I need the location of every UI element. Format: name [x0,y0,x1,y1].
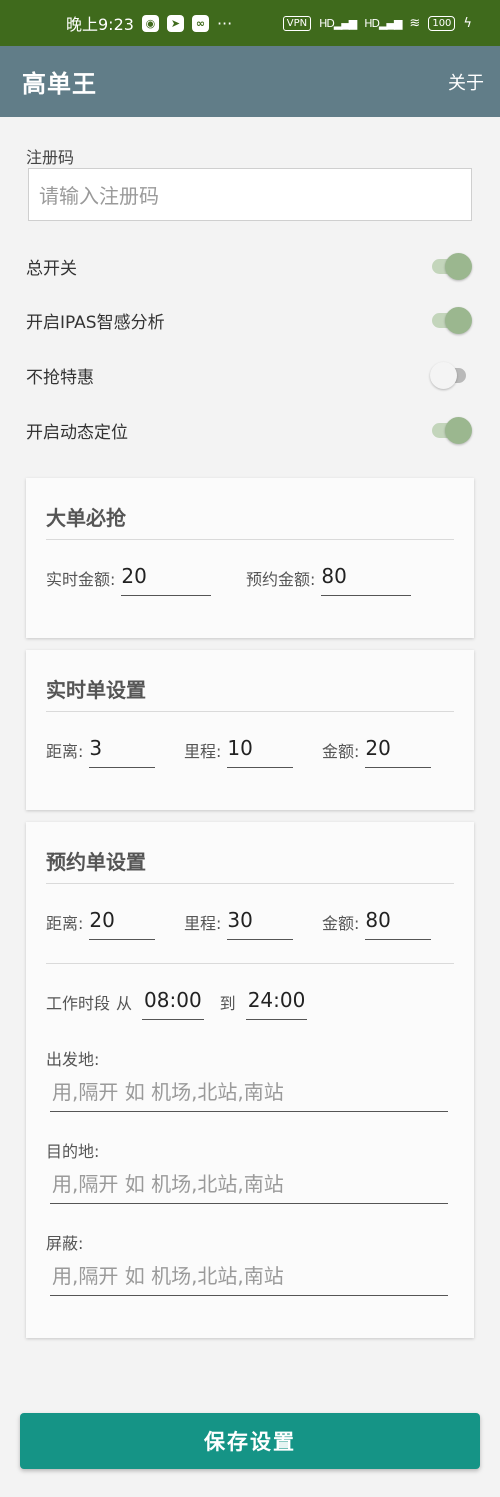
more-notifications-icon: ··· [216,13,233,33]
to-label: 到 [219,994,236,1013]
app-bar: 高单王 关于 [0,46,500,117]
save-settings-button[interactable]: 保存设置 [20,1413,480,1469]
block-placeholder: 用,隔开 如 机场,北站,南站 [52,1264,284,1288]
realtime-mileage-field: 里程: 10 [184,736,294,768]
reserve-time-divider [46,963,454,964]
realtime-amount-setting-label: 金额: [322,742,360,761]
departure-label: 出发地: [46,1050,100,1069]
big-order-title: 大单必抢 [46,506,126,530]
realtime-amount-input[interactable]: 20 [121,564,212,596]
app-title: 高单王 [22,70,97,98]
work-period-label: 工作时段 [46,994,111,1013]
realtime-settings-title: 实时单设置 [46,678,146,702]
reserve-settings-card: 预约单设置 距离: 20 里程: 30 金额: 80 工作时段 从 08:00 … [26,822,474,1338]
realtime-mileage-label: 里程: [184,742,222,761]
realtime-amount-setting-input[interactable]: 20 [365,736,432,768]
switch-row-ipas: 开启IPAS智感分析 [26,305,472,335]
status-bar: 晚上9:23 ◉ ➤ ∞ ··· VPN HD▂▄▆ HD▂▄▆ ≋ 100 ϟ [0,0,500,46]
realtime-amount-label: 实时金额: [46,570,116,589]
signal-icon: HD▂▄▆ [319,16,357,30]
reserve-settings-title: 预约单设置 [46,850,146,874]
start-time-input[interactable]: 08:00 [142,988,204,1020]
block-input[interactable]: 用,隔开 如 机场,北站,南站 [50,1260,448,1296]
switch-row-master: 总开关 [26,251,472,281]
master-switch-toggle[interactable] [430,252,472,280]
reserve-mileage-input[interactable]: 30 [227,908,294,940]
about-button[interactable]: 关于 [448,69,484,95]
dynamic-location-switch-toggle[interactable] [430,416,472,444]
status-right: VPN HD▂▄▆ HD▂▄▆ ≋ 100 ϟ [282,15,472,31]
signal-label-2: HD [364,16,380,30]
reserve-distance-input[interactable]: 20 [89,908,156,940]
reserve-amount-label: 预约金额: [246,570,316,589]
work-period-row: 工作时段 从 08:00 到 24:00 [46,988,308,1020]
big-order-card: 大单必抢 实时金额: 20 预约金额: 80 [26,478,474,638]
block-label: 屏蔽: [46,1234,84,1253]
destination-placeholder: 用,隔开 如 机场,北站,南站 [52,1172,284,1196]
status-time: 晚上9:23 [66,15,134,34]
realtime-distance-input[interactable]: 3 [89,736,156,768]
realtime-amount-setting-field: 金额: 20 [322,736,432,768]
realtime-distance-label: 距离: [46,742,84,761]
realtime-settings-card: 实时单设置 距离: 3 里程: 10 金额: 20 [26,650,474,810]
reserve-mileage-label: 里程: [184,914,222,933]
reserve-amount-setting-input[interactable]: 80 [365,908,432,940]
no-discount-switch-toggle[interactable] [430,361,472,389]
big-order-divider [46,539,454,540]
wifi-icon: ≋ [409,15,421,31]
realtime-distance-field: 距离: 3 [46,736,156,768]
ipas-switch-toggle[interactable] [430,306,472,334]
reserve-amount-setting-label: 金额: [322,914,360,933]
departure-placeholder: 用,隔开 如 机场,北站,南站 [52,1080,284,1104]
weibo-icon: ◉ [141,14,159,32]
reserve-distance-field: 距离: 20 [46,908,156,940]
signal-label: HD [319,16,335,30]
departure-input[interactable]: 用,隔开 如 机场,北站,南站 [50,1076,448,1112]
reserve-amount-field: 预约金额: 80 [246,564,412,596]
reserve-amount-input[interactable]: 80 [321,564,412,596]
signal-icon-2: HD▂▄▆ [364,16,402,30]
master-switch-label: 总开关 [26,258,77,279]
from-label: 从 [116,994,133,1013]
reserve-settings-divider [46,883,454,884]
status-left: 晚上9:23 ◉ ➤ ∞ ··· [66,11,232,35]
destination-label: 目的地: [46,1142,100,1161]
registration-placeholder: 请输入注册码 [39,184,159,208]
ipas-switch-label: 开启IPAS智感分析 [26,312,165,333]
telegram-icon: ➤ [166,14,184,32]
charging-icon: ϟ [463,15,472,31]
reserve-amount-field: 金额: 80 [322,908,432,940]
switch-row-no-discount: 不抢特惠 [26,360,472,390]
switch-row-dynamic-location: 开启动态定位 [26,415,472,445]
registration-label: 注册码 [26,148,75,167]
app-notification-icon: ∞ [191,14,209,32]
dynamic-location-switch-label: 开启动态定位 [26,422,128,443]
end-time-input[interactable]: 24:00 [245,988,308,1020]
realtime-mileage-input[interactable]: 10 [227,736,294,768]
no-discount-switch-label: 不抢特惠 [26,367,94,388]
registration-code-input[interactable]: 请输入注册码 [28,168,472,221]
battery-icon: 100 [428,15,456,31]
reserve-distance-label: 距离: [46,914,84,933]
destination-input[interactable]: 用,隔开 如 机场,北站,南站 [50,1168,448,1204]
realtime-amount-field: 实时金额: 20 [46,564,212,596]
realtime-settings-divider [46,711,454,712]
reserve-mileage-field: 里程: 30 [184,908,294,940]
vpn-icon: VPN [282,15,312,31]
